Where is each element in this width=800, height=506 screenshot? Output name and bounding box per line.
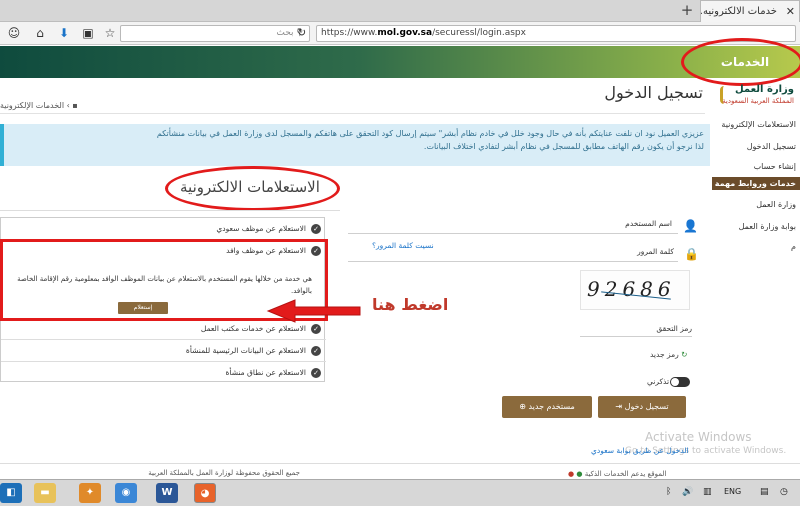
- ministry-logo-subtitle: المملكة العربية السعودية: [722, 97, 794, 105]
- remember-me-toggle[interactable]: [670, 377, 690, 387]
- check-icon: ✓: [311, 346, 321, 356]
- home-icon[interactable]: ⌂: [32, 25, 48, 41]
- divider: [0, 463, 800, 464]
- sidebar-link-other[interactable]: م: [712, 242, 800, 251]
- check-icon: ✓: [311, 224, 321, 234]
- search-placeholder: بحث: [276, 28, 294, 38]
- annotation-text: اضغط هنا: [372, 295, 449, 314]
- start-icon[interactable]: ◧: [0, 483, 22, 503]
- footer-right-text: الموقع يدعم الخدمات الذكية ● ●: [568, 470, 666, 478]
- google-play-icon[interactable]: ●: [568, 470, 574, 478]
- footer-copyright: جميع الحقوق محفوظة لوزارة العمل بالمملكة…: [148, 469, 300, 477]
- sidebar-section-title: خدمات وروابط مهمة: [712, 177, 800, 190]
- username-input[interactable]: [348, 233, 678, 234]
- word-icon[interactable]: W: [156, 483, 178, 503]
- clock-icon[interactable]: ◷: [780, 487, 788, 497]
- register-button[interactable]: ⊕ مستخدم جديد: [502, 396, 592, 418]
- register-button-label: مستخدم جديد: [528, 402, 575, 411]
- sidebar-item-register[interactable]: إنشاء حساب: [712, 162, 800, 171]
- file-explorer-icon[interactable]: ▬: [34, 483, 56, 503]
- search-input[interactable]: بحث ⚲: [120, 25, 310, 42]
- login-button-label: تسجيل دخول: [624, 402, 669, 411]
- divider: [0, 210, 340, 211]
- new-tab-button[interactable]: +: [678, 2, 696, 20]
- password-label: كلمة المرور: [637, 247, 674, 256]
- captcha-image: 92686: [580, 270, 690, 310]
- notice-line-2: لذا نرجو أن يكون رقم الهاتف مطابق للمسجل…: [423, 142, 704, 151]
- captcha-input[interactable]: [580, 336, 692, 337]
- notifications-icon[interactable]: ▤: [760, 487, 769, 497]
- new-code-label: رمز جديد: [650, 350, 679, 359]
- password-input[interactable]: [348, 261, 678, 262]
- inquiry-label: الاستعلام عن البيانات الرئيسية للمنشأة: [185, 346, 306, 355]
- url-prefix: https://www.: [321, 28, 378, 38]
- remember-me-label: تذكرني: [647, 377, 670, 386]
- reading-list-icon[interactable]: ▣: [80, 25, 96, 41]
- volume-icon[interactable]: 🔊: [682, 487, 693, 497]
- activate-windows-title: Activate Windows: [645, 430, 752, 444]
- tab-title: خدمات الالكترونيه...: [700, 6, 777, 17]
- close-tab-icon[interactable]: ✕: [786, 1, 795, 22]
- username-label: اسم المستخدم: [625, 219, 672, 228]
- browser-icon[interactable]: ◉: [115, 483, 137, 503]
- sidebar-item-inquiries[interactable]: الاستعلامات الإلكترونية: [712, 120, 800, 129]
- check-icon: ✓: [311, 368, 321, 378]
- inquiry-label: الاستعلام عن نطاق منشأة: [225, 368, 306, 377]
- plus-icon: ⊕: [519, 402, 526, 411]
- browser-tab[interactable]: خدمات الالكترونيه... ✕: [700, 0, 800, 22]
- home-breadcrumb-icon[interactable]: ▪: [72, 101, 77, 110]
- user-icon: 👤: [683, 219, 698, 233]
- red-highlight-oval: [681, 38, 800, 86]
- login-icon: ⇥: [615, 402, 623, 411]
- abshir-login-link[interactable]: الدخول عن طريق بوابة سعودي: [591, 446, 689, 455]
- footer-right-label: الموقع يدعم الخدمات الذكية: [584, 470, 667, 478]
- sidebar-item-login[interactable]: تسجيل الدخول: [712, 142, 800, 151]
- inquiry-item-saudi[interactable]: ✓ الاستعلام عن موظف سعودي: [1, 218, 326, 240]
- download-icon[interactable]: ⬇: [56, 25, 72, 41]
- reload-icon[interactable]: ↻: [297, 26, 306, 39]
- inquiry-item-nitaqat[interactable]: ✓ الاستعلام عن نطاق منشأة: [1, 362, 326, 384]
- divider: [0, 113, 705, 114]
- breadcrumb: الخدمات الإلكترونية ‹ ▪: [0, 101, 78, 110]
- info-notice: عزيزي العميل نود ان نلفت عنايتكم بأنه في…: [0, 124, 710, 166]
- inquiry-label: الاستعلام عن موظف سعودي: [216, 224, 306, 233]
- bookmark-star-icon[interactable]: ☆: [102, 25, 118, 41]
- smiley-icon[interactable]: ☺: [6, 25, 22, 41]
- sidebar: الاستعلامات الإلكترونية تسجيل الدخول إنش…: [712, 114, 800, 284]
- forgot-password-link[interactable]: نسيت كلمة المرور؟: [372, 241, 434, 250]
- url-domain: mol.gov.sa: [377, 28, 433, 38]
- ministry-logo-title[interactable]: وزارة العمل: [735, 84, 794, 95]
- captcha-label: رمز التحقق: [656, 324, 692, 333]
- lock-icon: 🔒: [684, 247, 699, 261]
- sidebar-link-ministry[interactable]: وزارة العمل: [712, 200, 800, 209]
- inquiry-item-establishment[interactable]: ✓ الاستعلام عن البيانات الرئيسية للمنشأة: [1, 340, 326, 362]
- word-label: W: [161, 487, 173, 498]
- language-indicator[interactable]: ENG: [724, 487, 741, 496]
- bluetooth-icon[interactable]: ᛒ: [666, 487, 671, 497]
- red-highlight-oval: [165, 166, 340, 211]
- page-title: تسجيل الدخول: [604, 83, 703, 102]
- notice-line-1: عزيزي العميل نود ان نلفت عنايتكم بأنه في…: [156, 129, 704, 138]
- url-path: /securessl/login.aspx: [432, 28, 526, 38]
- refresh-icon: ↻: [681, 350, 688, 359]
- firefox-icon[interactable]: ◕: [194, 483, 216, 503]
- toggle-knob: [671, 378, 679, 386]
- app-store-icon[interactable]: ●: [576, 470, 582, 478]
- media-app-icon[interactable]: ✦: [79, 483, 101, 503]
- breadcrumb-link[interactable]: الخدمات الإلكترونية ‹: [0, 101, 70, 110]
- sidebar-link-portal[interactable]: بوابة وزارة العمل: [712, 222, 800, 231]
- site-header: [0, 46, 800, 78]
- login-button[interactable]: ⇥ تسجيل دخول: [598, 396, 686, 418]
- new-code-link[interactable]: رمز جديد ↻: [650, 350, 687, 359]
- network-icon[interactable]: ▥: [703, 487, 712, 497]
